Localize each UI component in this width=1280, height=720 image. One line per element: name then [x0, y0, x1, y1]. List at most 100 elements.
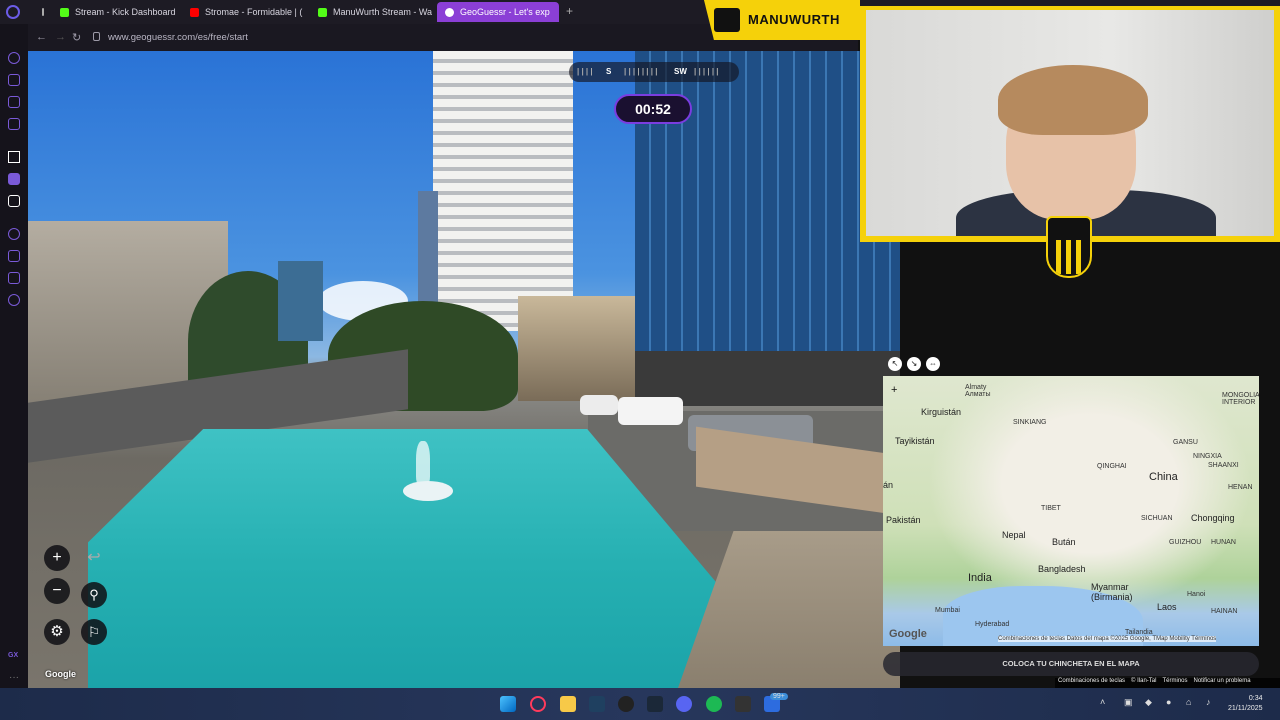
discord-icon[interactable] [676, 696, 692, 712]
geoguessr-icon [445, 7, 454, 17]
map-label-india: India [968, 572, 992, 584]
start-icon[interactable] [500, 696, 516, 712]
tab-geoguessr[interactable]: GeoGuessr - Let's exp [437, 2, 559, 22]
map-zoom-in-button[interactable]: + [891, 384, 897, 396]
undo-button[interactable]: ↩ [81, 545, 107, 571]
footer-terms-link[interactable]: Términos [1162, 678, 1187, 688]
notification-badge: 99+ [770, 693, 788, 700]
streamer-hair [998, 65, 1148, 135]
tab-youtube-stromae[interactable]: Stromae - Formidable | ( [182, 2, 304, 22]
zoom-in-button[interactable]: + [44, 545, 70, 571]
browser-sidebar: GX ··· [0, 24, 28, 688]
settings-sidebar-icon[interactable] [8, 294, 20, 306]
map-shrink-icon[interactable]: ↘ [907, 357, 921, 371]
settings-button[interactable]: ⚙ [44, 619, 70, 645]
footer-report-link[interactable]: Notificar un problema [1194, 678, 1251, 688]
epic-games-icon[interactable] [735, 696, 751, 712]
pin-icon: ⚲ [89, 587, 99, 602]
flag-button[interactable]: ⚐ [81, 619, 107, 645]
map-label-sichuan: SICHUAN [1141, 515, 1173, 522]
compass-s: S [606, 67, 612, 76]
opera-gx-taskbar-icon[interactable] [530, 696, 546, 712]
back-button[interactable]: ← [36, 31, 47, 43]
map-pin-toggle-icon[interactable]: ⇔ [926, 357, 940, 371]
opera-logo-icon[interactable] [6, 5, 20, 19]
forward-button[interactable]: → [55, 31, 66, 43]
tab-label: ManuWurth Stream - Wat [333, 7, 432, 17]
return-to-start-button[interactable]: ⚲ [81, 582, 107, 608]
map-label-tibet: TIBET [1041, 505, 1061, 512]
gear-icon: ⚙ [50, 623, 64, 640]
reload-button[interactable]: ↻ [72, 31, 81, 44]
twitch-logo-icon [714, 8, 740, 32]
youtube-icon [190, 7, 199, 17]
aria-icon[interactable] [8, 52, 20, 64]
round-timer: 00:52 [614, 94, 692, 124]
map-label-bangladesh: Bangladesh [1038, 564, 1086, 574]
kick-sidebar-icon[interactable] [8, 151, 20, 163]
map-label-afg: án [883, 480, 894, 490]
history-icon[interactable] [8, 228, 20, 240]
kick-icon [318, 7, 327, 17]
tab-label: Stream - Kick Dashboard [75, 7, 176, 17]
map-label-laos: Laos [1157, 602, 1177, 612]
tray-chevron-icon[interactable]: ˄ [1100, 697, 1105, 707]
volume-icon[interactable]: ♪ [1206, 697, 1211, 707]
tray-icon[interactable]: ▣ [1124, 697, 1133, 708]
map-label-pakistan: Pakistán [886, 515, 921, 525]
spotify-icon[interactable] [706, 696, 722, 712]
map-label-chongqing: Chongqing [1191, 513, 1235, 523]
map-label-tailandia: Tailandia [1125, 629, 1153, 636]
steam-icon[interactable] [647, 696, 663, 712]
system-clock[interactable]: 0:34 21/11/2025 [1228, 694, 1263, 714]
map-label-hanoi: Hanoi [1187, 591, 1206, 598]
white-tower [433, 51, 573, 331]
extensions-icon[interactable] [8, 272, 20, 284]
team-crest-icon [1046, 216, 1092, 278]
map-attribution[interactable]: Combinaciones de teclas Datos del mapa ©… [998, 636, 1217, 642]
x-twitter-icon[interactable] [8, 195, 20, 207]
compass-sw: SW [674, 67, 687, 76]
obs-icon[interactable] [618, 696, 634, 712]
place-pin-button[interactable]: COLOCA TU CHINCHETA EN EL MAPA [883, 652, 1259, 676]
app-icon[interactable] [589, 696, 605, 712]
file-explorer-icon[interactable] [560, 696, 576, 712]
map-label-almaty: Almaty Алматы [965, 384, 991, 398]
map-label-china: China [1149, 471, 1178, 483]
street-view-panorama[interactable] [28, 51, 900, 688]
map-label-kirguistan: Kirguistán [921, 407, 962, 417]
map-label-henan: HENAN [1228, 484, 1253, 491]
map-label-guizhou: GUIZHOU [1169, 539, 1202, 546]
footer-links: Combinaciones de teclas © Ilan-Tal Térmi… [1055, 678, 1280, 688]
map-label-myanmar: Myanmar (Birmania) [1091, 582, 1133, 602]
map-enlarge-icon[interactable]: ↖ [888, 357, 902, 371]
tray-icon[interactable]: ◆ [1145, 697, 1152, 708]
fountain [403, 481, 453, 501]
network-icon[interactable]: ⌂ [1186, 697, 1191, 707]
map-label-hunan: HUNAN [1211, 539, 1236, 546]
webcam-feed [866, 10, 1274, 236]
map-label-hyderabad: Hyderabad [975, 621, 1010, 628]
new-tab-button[interactable]: + [566, 4, 573, 18]
gx-corner-icon[interactable] [8, 74, 20, 86]
tab-workspace-icon[interactable] [34, 2, 44, 22]
guess-map[interactable]: + Almaty Алматы Kirguistán Tayikistán SIN… [883, 376, 1259, 646]
twitch-icon[interactable] [8, 173, 20, 185]
car [580, 395, 618, 415]
tab-kick-stream[interactable]: ManuWurth Stream - Wat [310, 2, 432, 22]
url-field[interactable]: www.geoguessr.com/es/free/start [108, 32, 248, 43]
footer-shortcuts-link[interactable]: Combinaciones de teclas [1058, 678, 1125, 688]
map-label-mongolia: MONGOLIA INTERIOR [1222, 392, 1259, 406]
tab-label: Stromae - Formidable | ( [205, 7, 303, 17]
player-icon[interactable] [8, 250, 20, 262]
compass: | | | | S | | | | | | | | SW | | | | | | [569, 62, 739, 82]
lock-icon[interactable] [93, 32, 100, 41]
map-label-mumbai: Mumbai [935, 607, 960, 614]
m-app-icon[interactable] [8, 118, 20, 130]
zoom-out-button[interactable]: − [44, 578, 70, 604]
tray-icon[interactable]: ● [1166, 697, 1171, 707]
map-label-ningxia: NINGXIA [1193, 453, 1222, 460]
tab-kick-dashboard[interactable]: Stream - Kick Dashboard [52, 2, 182, 22]
messenger-icon[interactable] [8, 96, 20, 108]
sidebar-more-icon[interactable]: ··· [9, 672, 19, 683]
